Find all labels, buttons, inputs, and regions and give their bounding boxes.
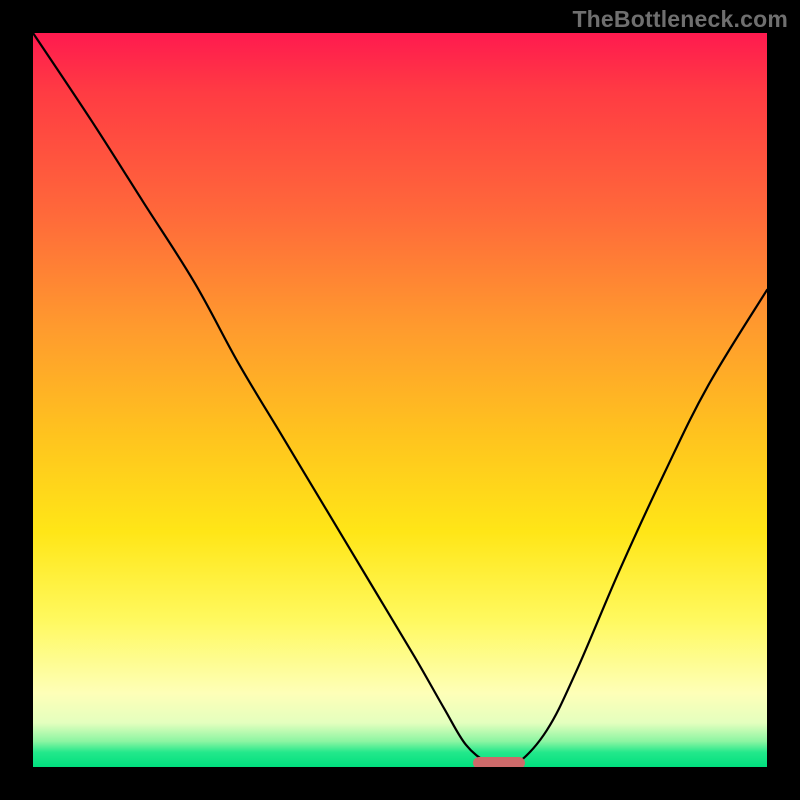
minimum-marker	[473, 757, 524, 767]
plot-area	[33, 33, 767, 767]
watermark-text: TheBottleneck.com	[572, 6, 788, 33]
bottleneck-curve	[33, 33, 767, 767]
chart-frame: TheBottleneck.com	[0, 0, 800, 800]
